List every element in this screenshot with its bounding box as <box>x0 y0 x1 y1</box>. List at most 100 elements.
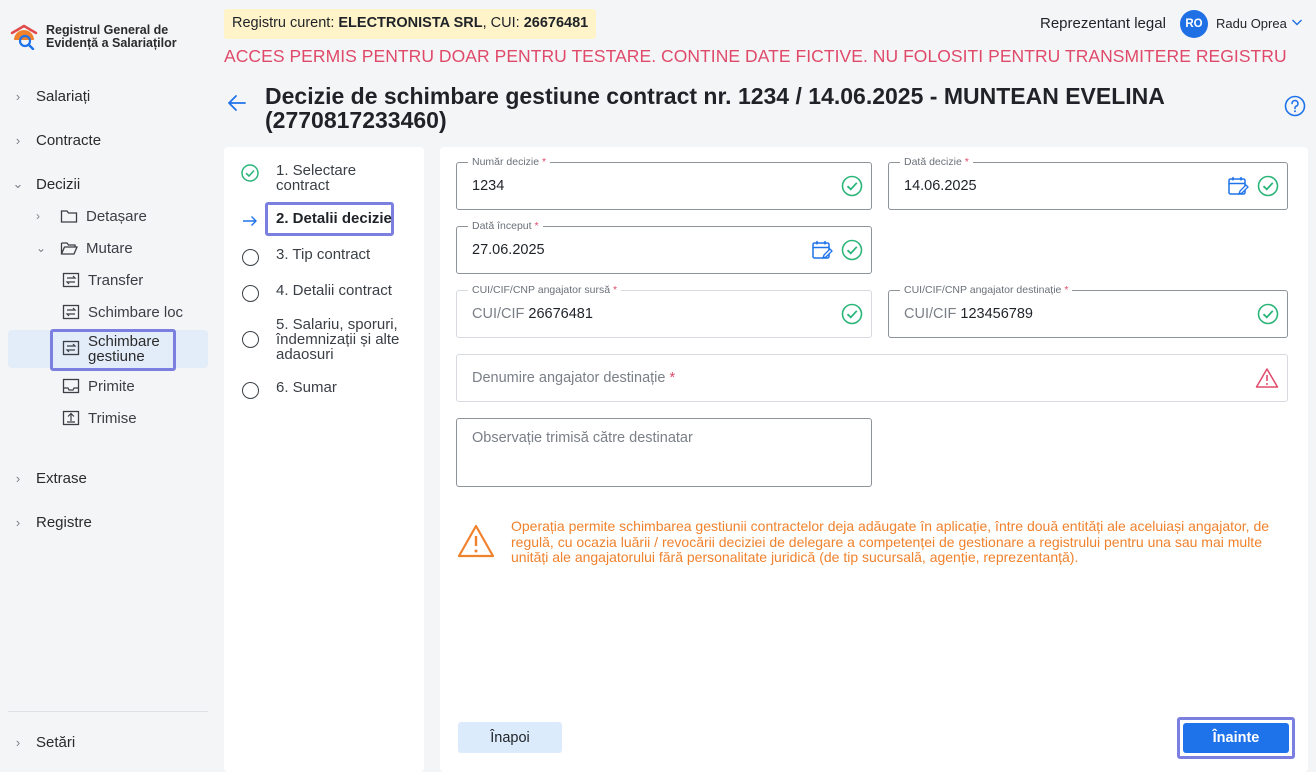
next-button[interactable]: Înainte <box>1183 723 1289 753</box>
arrow-right-icon <box>240 211 260 231</box>
nav-primite[interactable]: Primite <box>62 372 135 400</box>
nav-schimbare-gestiune[interactable]: Schimbare gestiune <box>62 334 160 364</box>
required-mark: * <box>613 284 618 296</box>
nav-salariati-label: Salariați <box>36 87 91 105</box>
cui-destinatie-field[interactable]: CUI/CIF/CNP angajator destinație * CUI/C… <box>888 283 1288 338</box>
step-1[interactable]: 1. Selectare contract <box>240 163 356 193</box>
step-5-line2: îndemnizații și alte <box>276 331 400 348</box>
cui-sursa-prefix: CUI/CIF <box>472 306 525 322</box>
data-inceput-field[interactable]: Dată început * 27.06.2025 <box>456 219 872 274</box>
nav-decizii[interactable]: ⌄ Decizii <box>0 168 210 200</box>
circle-icon <box>240 247 260 267</box>
observatie-placeholder: Observație trimisă către destinatar <box>472 430 693 446</box>
step-2[interactable]: 2. Detalii decizie <box>240 211 392 231</box>
test-warning-banner: ACCES PERMIS PENTRU DOAR PENTRU TESTARE.… <box>224 46 1287 66</box>
registry-cui-prefix: , CUI: <box>482 15 524 31</box>
nav-salariati[interactable]: › Salariați <box>0 80 210 112</box>
nav-detasare[interactable]: › Detașare <box>36 202 147 230</box>
app-name-line2: Evidență a Salariaților <box>46 36 177 50</box>
chevron-right-icon: › <box>15 132 21 148</box>
data-inceput-label-text: Dată început <box>472 220 532 232</box>
chevron-right-icon: › <box>15 514 21 530</box>
nav-registre-label: Registre <box>36 513 92 531</box>
nav-detasare-label: Detașare <box>86 207 147 225</box>
check-circle-icon <box>841 239 863 266</box>
outbox-icon <box>62 410 80 426</box>
data-decizie-label-text: Dată decizie <box>904 156 962 168</box>
warning-icon <box>456 523 496 559</box>
transfer-icon <box>62 340 80 356</box>
chevron-down-icon[interactable] <box>1291 15 1303 30</box>
data-decizie-field[interactable]: Dată decizie * 14.06.2025 <box>888 155 1288 210</box>
cui-sursa-label-text: CUI/CIF/CNP angajator sursă <box>472 284 611 296</box>
back-arrow-icon[interactable] <box>226 92 248 114</box>
cui-destinatie-label: CUI/CIF/CNP angajator destinație * <box>900 283 1073 297</box>
step-6[interactable]: 6. Sumar <box>240 380 337 400</box>
info-notice: Operația permite schimbarea gestiunii co… <box>456 518 1296 566</box>
nav-trimise[interactable]: Trimise <box>62 404 137 432</box>
step-4[interactable]: 4. Detalii contract <box>240 283 392 303</box>
user-name[interactable]: Radu Oprea <box>1216 16 1287 31</box>
step-5-label: 5. Salariu, sporuri, îndemnizații și alt… <box>276 317 399 362</box>
numar-decizie-field[interactable]: Număr decizie * 1234 <box>456 155 872 210</box>
step-1-line2: contract <box>276 177 330 194</box>
step-1-line1: 1. Selectare <box>276 162 357 179</box>
nav-registre[interactable]: › Registre <box>0 506 210 538</box>
nav-schimbare-loc[interactable]: Schimbare loc <box>62 298 183 326</box>
check-circle-icon <box>1257 303 1279 330</box>
chevron-right-icon: › <box>36 209 40 223</box>
avatar[interactable]: RO <box>1180 10 1208 38</box>
nav-trimise-label: Trimise <box>88 409 137 427</box>
cui-destinatie-number: 123456789 <box>960 306 1033 322</box>
inbox-icon <box>62 378 80 394</box>
nav-mutare[interactable]: ⌄ Mutare <box>36 234 133 262</box>
denumire-angajator-placeholder-text: Denumire angajator destinație <box>472 370 666 386</box>
nav-decizii-label: Decizii <box>36 175 81 193</box>
chevron-right-icon: › <box>15 470 21 486</box>
circle-icon <box>240 283 260 303</box>
step-1-label: 1. Selectare contract <box>276 163 356 193</box>
step-4-label: 4. Detalii contract <box>276 282 392 299</box>
nav-schimbare-gestiune-label: Schimbare gestiune <box>88 334 160 364</box>
data-decizie-label: Dată decizie * <box>900 155 973 169</box>
required-mark: * <box>964 156 969 168</box>
sidebar-divider <box>8 711 208 712</box>
warning-icon <box>1255 367 1279 394</box>
nav-contracte-label: Contracte <box>36 131 102 149</box>
nav-schimbare-gestiune-line2: gestiune <box>88 348 145 365</box>
step-2-label: 2. Detalii decizie <box>276 210 392 227</box>
observatie-textarea[interactable]: Observație trimisă către destinatar <box>456 418 872 487</box>
back-button[interactable]: Înapoi <box>458 722 562 753</box>
nav-contracte[interactable]: › Contracte <box>0 124 210 156</box>
chevron-right-icon: › <box>15 88 21 104</box>
step-3[interactable]: 3. Tip contract <box>240 247 370 267</box>
required-mark: * <box>542 156 547 168</box>
cui-destinatie-label-text: CUI/CIF/CNP angajator destinație <box>904 284 1062 296</box>
current-registry-badge: Registru curent: ELECTRONISTA SRL, CUI: … <box>224 9 597 39</box>
required-mark: * <box>1064 284 1069 296</box>
data-inceput-value: 27.06.2025 <box>472 242 545 258</box>
cui-destinatie-value: CUI/CIF 123456789 <box>904 306 1033 322</box>
calendar-edit-icon[interactable] <box>1227 175 1249 202</box>
help-icon[interactable] <box>1284 95 1306 117</box>
step-5[interactable]: 5. Salariu, sporuri, îndemnizații și alt… <box>240 317 399 362</box>
cui-sursa-label: CUI/CIF/CNP angajator sursă * <box>468 283 622 297</box>
chevron-right-icon: › <box>15 734 21 750</box>
numar-decizie-value: 1234 <box>472 178 505 194</box>
required-mark: * <box>669 370 676 386</box>
denumire-angajator-field[interactable]: Denumire angajator destinație * <box>456 354 1288 402</box>
chevron-down-icon: ⌄ <box>12 176 24 191</box>
data-decizie-value: 14.06.2025 <box>904 178 977 194</box>
nav-transfer[interactable]: Transfer <box>62 266 143 294</box>
transfer-icon <box>62 304 80 320</box>
numar-decizie-label: Număr decizie * <box>468 155 551 169</box>
check-circle-icon <box>841 303 863 330</box>
nav-extrase[interactable]: › Extrase <box>0 462 210 494</box>
app-logo[interactable]: Registrul General de Evidență a Salariaț… <box>10 22 196 51</box>
nav-schimbare-gestiune-line1: Schimbare <box>88 333 160 350</box>
nav-setari[interactable]: › Setări <box>0 726 210 758</box>
data-inceput-label: Dată început * <box>468 219 543 233</box>
calendar-edit-icon[interactable] <box>811 239 833 266</box>
cui-sursa-field[interactable]: CUI/CIF/CNP angajator sursă * CUI/CIF 26… <box>456 283 872 338</box>
circle-icon <box>240 380 260 400</box>
